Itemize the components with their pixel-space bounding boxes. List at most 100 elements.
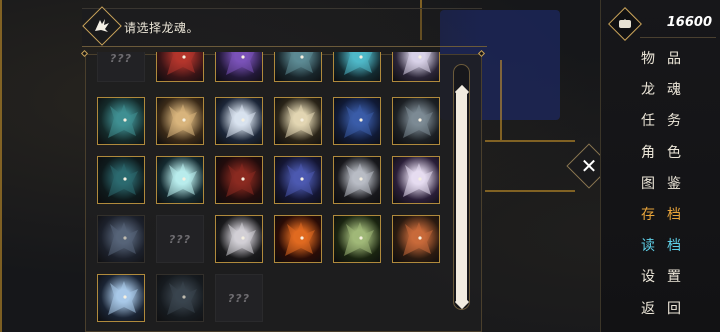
dragon-portrait bbox=[334, 98, 380, 144]
dragon-soul-slot[interactable] bbox=[274, 215, 322, 263]
menu-item-save[interactable]: 存档 bbox=[626, 202, 696, 226]
dragon-silhouette bbox=[167, 163, 197, 197]
dragon-soul-slot[interactable] bbox=[274, 52, 322, 82]
locked-slot-label: ??? bbox=[168, 232, 192, 246]
locked-slot-label: ??? bbox=[109, 52, 133, 65]
dragon-silhouette bbox=[226, 52, 255, 75]
dragon-portrait bbox=[98, 216, 144, 262]
dragon-portrait bbox=[216, 52, 262, 81]
dragon-portrait bbox=[157, 52, 203, 81]
dragon-silhouette bbox=[285, 222, 315, 256]
dragon-head-icon bbox=[226, 163, 256, 197]
dragon-soul-slot[interactable] bbox=[156, 52, 204, 82]
currency-divider bbox=[640, 37, 716, 38]
dragon-silhouette bbox=[285, 104, 315, 138]
dragon-soul-slot[interactable] bbox=[392, 97, 440, 145]
dragon-soul-slot[interactable] bbox=[392, 215, 440, 263]
dragon-soul-slot[interactable] bbox=[392, 52, 440, 82]
menu-item-items[interactable]: 物品 bbox=[626, 46, 696, 70]
menu-item-characters[interactable]: 角色 bbox=[626, 140, 696, 164]
dragon-soul-slot[interactable] bbox=[97, 274, 145, 322]
dragon-eye bbox=[241, 177, 245, 181]
dragon-soul-slot-locked[interactable]: ??? bbox=[215, 274, 263, 322]
dragon-soul-slot[interactable] bbox=[215, 97, 263, 145]
dragon-head-icon bbox=[285, 222, 315, 256]
dragon-head-icon bbox=[285, 163, 315, 197]
dragon-soul-slot-locked[interactable]: ??? bbox=[156, 215, 204, 263]
dragon-head-icon bbox=[226, 104, 256, 138]
dragon-portrait bbox=[334, 216, 380, 262]
dragon-soul-slot[interactable] bbox=[215, 156, 263, 204]
dragon-silhouette bbox=[226, 222, 256, 256]
menu-item-dragon-soul[interactable]: 龙魂 bbox=[626, 77, 696, 101]
dragon-eye bbox=[123, 177, 127, 181]
dragon-soul-slot[interactable] bbox=[333, 156, 381, 204]
dragon-silhouette bbox=[226, 163, 256, 197]
dragon-silhouette bbox=[403, 163, 433, 197]
dragon-head-icon bbox=[167, 163, 197, 197]
scrollbar-thumb[interactable] bbox=[456, 92, 467, 302]
dragon-soul-slot[interactable] bbox=[274, 97, 322, 145]
dragon-head-icon bbox=[167, 281, 197, 315]
menu-item-codex[interactable]: 图鉴 bbox=[626, 171, 696, 195]
dragon-eye bbox=[182, 295, 186, 299]
dragon-eye bbox=[123, 295, 127, 299]
dragon-head-icon bbox=[226, 52, 255, 75]
dragon-head-icon bbox=[403, 163, 433, 197]
locked-slot-label: ??? bbox=[227, 291, 251, 305]
dragon-soul-slot[interactable] bbox=[97, 215, 145, 263]
dragon-soul-slot[interactable] bbox=[215, 52, 263, 82]
dragon-silhouette bbox=[403, 222, 433, 256]
dragon-eye bbox=[182, 55, 186, 59]
dragon-soul-slot[interactable] bbox=[156, 274, 204, 322]
dragon-portrait bbox=[157, 157, 203, 203]
dragon-head-icon bbox=[344, 222, 374, 256]
dragon-silhouette bbox=[344, 163, 374, 197]
dragon-silhouette bbox=[167, 52, 196, 75]
dragon-eye bbox=[300, 177, 304, 181]
dragon-silhouette bbox=[344, 104, 374, 138]
dragon-eye bbox=[241, 55, 245, 59]
background-decor bbox=[0, 0, 2, 332]
dragon-eye bbox=[123, 236, 127, 240]
dragon-portrait bbox=[275, 52, 321, 81]
page-title: 请选择龙魂。 bbox=[124, 21, 200, 35]
dragon-eye bbox=[241, 236, 245, 240]
dragon-soul-slot[interactable] bbox=[333, 97, 381, 145]
dragon-eye bbox=[300, 118, 304, 122]
dragon-head-icon bbox=[403, 104, 433, 138]
dragon-portrait bbox=[216, 157, 262, 203]
dragon-soul-slot[interactable] bbox=[156, 97, 204, 145]
dragon-soul-slot[interactable] bbox=[274, 156, 322, 204]
dragon-soul-slot[interactable] bbox=[156, 156, 204, 204]
header-divider bbox=[82, 46, 487, 47]
dragon-soul-slot[interactable] bbox=[392, 156, 440, 204]
dragon-head-icon bbox=[226, 222, 256, 256]
dragon-soul-grid: ????????? bbox=[95, 52, 445, 332]
dragon-portrait bbox=[216, 98, 262, 144]
dragon-eye bbox=[182, 177, 186, 181]
dragon-head-icon bbox=[167, 104, 197, 138]
menu-item-load[interactable]: 读档 bbox=[626, 233, 696, 257]
dragon-soul-slot-locked[interactable]: ??? bbox=[97, 52, 145, 82]
dragon-soul-slot[interactable] bbox=[97, 156, 145, 204]
menu-item-quests[interactable]: 任务 bbox=[626, 108, 696, 132]
dragon-portrait bbox=[157, 275, 203, 321]
background-decor bbox=[485, 190, 575, 192]
dragon-silhouette bbox=[167, 281, 197, 315]
dragon-soul-slot[interactable] bbox=[215, 215, 263, 263]
dragon-soul-slot[interactable] bbox=[333, 215, 381, 263]
dragon-head-icon bbox=[344, 104, 374, 138]
dragon-eye bbox=[418, 55, 422, 59]
dragon-eye bbox=[359, 236, 363, 240]
dragon-portrait bbox=[393, 157, 439, 203]
menu-item-back[interactable]: 返回 bbox=[626, 296, 696, 320]
menu-item-settings[interactable]: 设置 bbox=[626, 264, 696, 288]
dragon-eye bbox=[123, 118, 127, 122]
dragon-silhouette bbox=[226, 104, 256, 138]
dragon-soul-slot[interactable] bbox=[333, 52, 381, 82]
dragon-portrait bbox=[216, 216, 262, 262]
dragon-soul-slot[interactable] bbox=[97, 97, 145, 145]
dragon-head-icon bbox=[285, 104, 315, 138]
dragon-silhouette bbox=[403, 104, 433, 138]
